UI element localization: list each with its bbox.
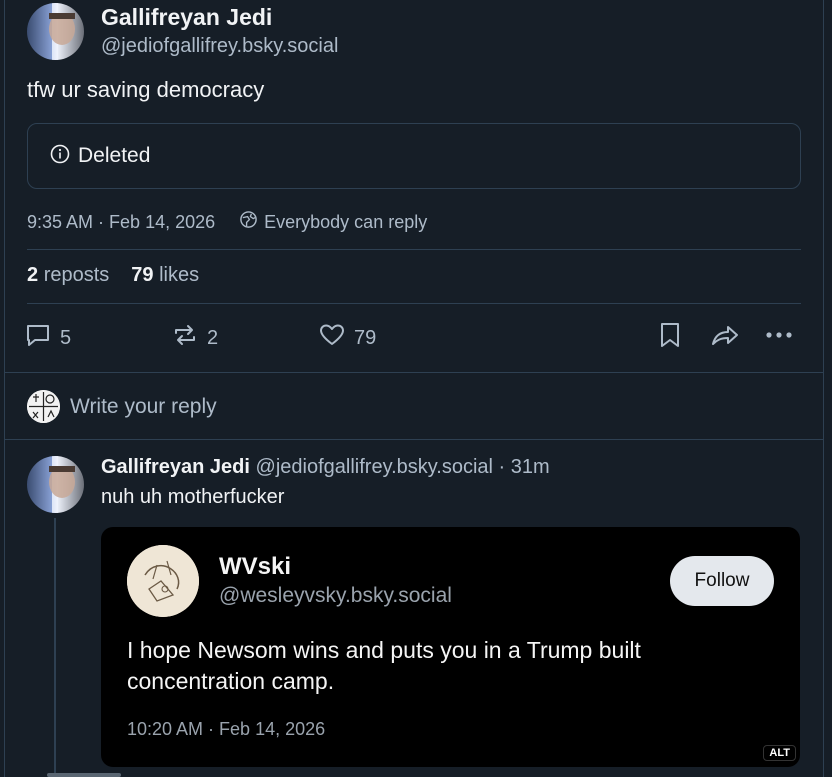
post-stats: 2 reposts 79 likes xyxy=(27,264,199,287)
reply-input-placeholder: Write your reply xyxy=(70,394,217,418)
post-actions: 5 2 79 xyxy=(24,321,804,353)
reply-settings[interactable]: Everybody can reply xyxy=(239,210,427,234)
repost-icon xyxy=(171,321,199,355)
reply-count: 5 xyxy=(60,326,72,349)
column-border-right xyxy=(823,0,824,777)
alt-text-badge[interactable]: ALT xyxy=(763,745,796,761)
reply-header: Gallifreyan Jedi @jediofgallifrey.bsky.s… xyxy=(101,456,550,478)
reply-composer[interactable]: Write your reply xyxy=(27,390,217,423)
share-button[interactable] xyxy=(709,321,741,355)
embedded-screenshot[interactable]: WVski @wesleyvsky.bsky.social Follow I h… xyxy=(101,527,800,767)
globe-icon xyxy=(239,210,258,234)
repost-button[interactable]: 2 xyxy=(171,321,218,355)
reply-author-handle[interactable]: @jediofgallifrey.bsky.social xyxy=(256,456,493,478)
embed-post-text: I hope Newsom wins and puts you in a Tru… xyxy=(127,637,641,694)
embed-author-handle: @wesleyvsky.bsky.social xyxy=(219,584,452,607)
author-name[interactable]: Gallifreyan Jedi xyxy=(101,4,272,31)
reply-age[interactable]: 31m xyxy=(511,456,550,478)
bookmark-button[interactable] xyxy=(657,321,683,355)
embed-author-avatar xyxy=(127,545,199,617)
embed-follow-button: Follow xyxy=(670,556,774,606)
likes-stat[interactable]: 79 likes xyxy=(131,264,199,287)
divider xyxy=(27,303,801,304)
author-avatar[interactable] xyxy=(27,3,84,60)
reply-settings-label: Everybody can reply xyxy=(264,211,428,232)
post-text: tfw ur saving democracy xyxy=(27,77,265,102)
reply-button[interactable]: 5 xyxy=(24,321,71,355)
bookmark-icon xyxy=(657,321,683,355)
current-user-avatar xyxy=(27,390,60,423)
like-button[interactable]: 79 xyxy=(318,321,376,355)
column-border-left xyxy=(4,0,5,777)
post-meta: 9:35 AM · Feb 14, 2026 Everybody can rep… xyxy=(27,210,427,234)
embed-author-name: WVski xyxy=(219,553,292,580)
info-icon xyxy=(50,144,70,169)
deleted-label: Deleted xyxy=(78,144,151,167)
share-icon xyxy=(709,321,741,355)
thread-line xyxy=(54,518,56,777)
repost-count: 2 xyxy=(207,326,219,349)
heart-icon xyxy=(318,321,346,355)
quoted-post-deleted: Deleted xyxy=(27,123,801,189)
reply-author-avatar[interactable] xyxy=(27,456,84,513)
comment-icon xyxy=(24,321,52,355)
divider xyxy=(27,249,801,250)
post-date: Feb 14, 2026 xyxy=(109,211,216,232)
more-icon xyxy=(764,321,794,355)
scrollbar-thumb[interactable] xyxy=(47,773,121,777)
post-time: 9:35 AM xyxy=(27,211,94,232)
reposts-stat[interactable]: 2 reposts xyxy=(27,264,109,287)
divider xyxy=(4,439,824,440)
post-thread-view: Gallifreyan Jedi @jediofgallifrey.bsky.s… xyxy=(0,0,832,777)
reply-text: nuh uh motherfucker xyxy=(101,486,285,508)
reply-author-name[interactable]: Gallifreyan Jedi xyxy=(101,456,250,478)
divider xyxy=(4,372,824,373)
more-options-button[interactable] xyxy=(764,321,794,355)
author-handle[interactable]: @jediofgallifrey.bsky.social xyxy=(101,35,338,58)
like-count: 79 xyxy=(354,326,377,349)
embed-timestamp: 10:20 AM · Feb 14, 2026 xyxy=(127,719,326,739)
